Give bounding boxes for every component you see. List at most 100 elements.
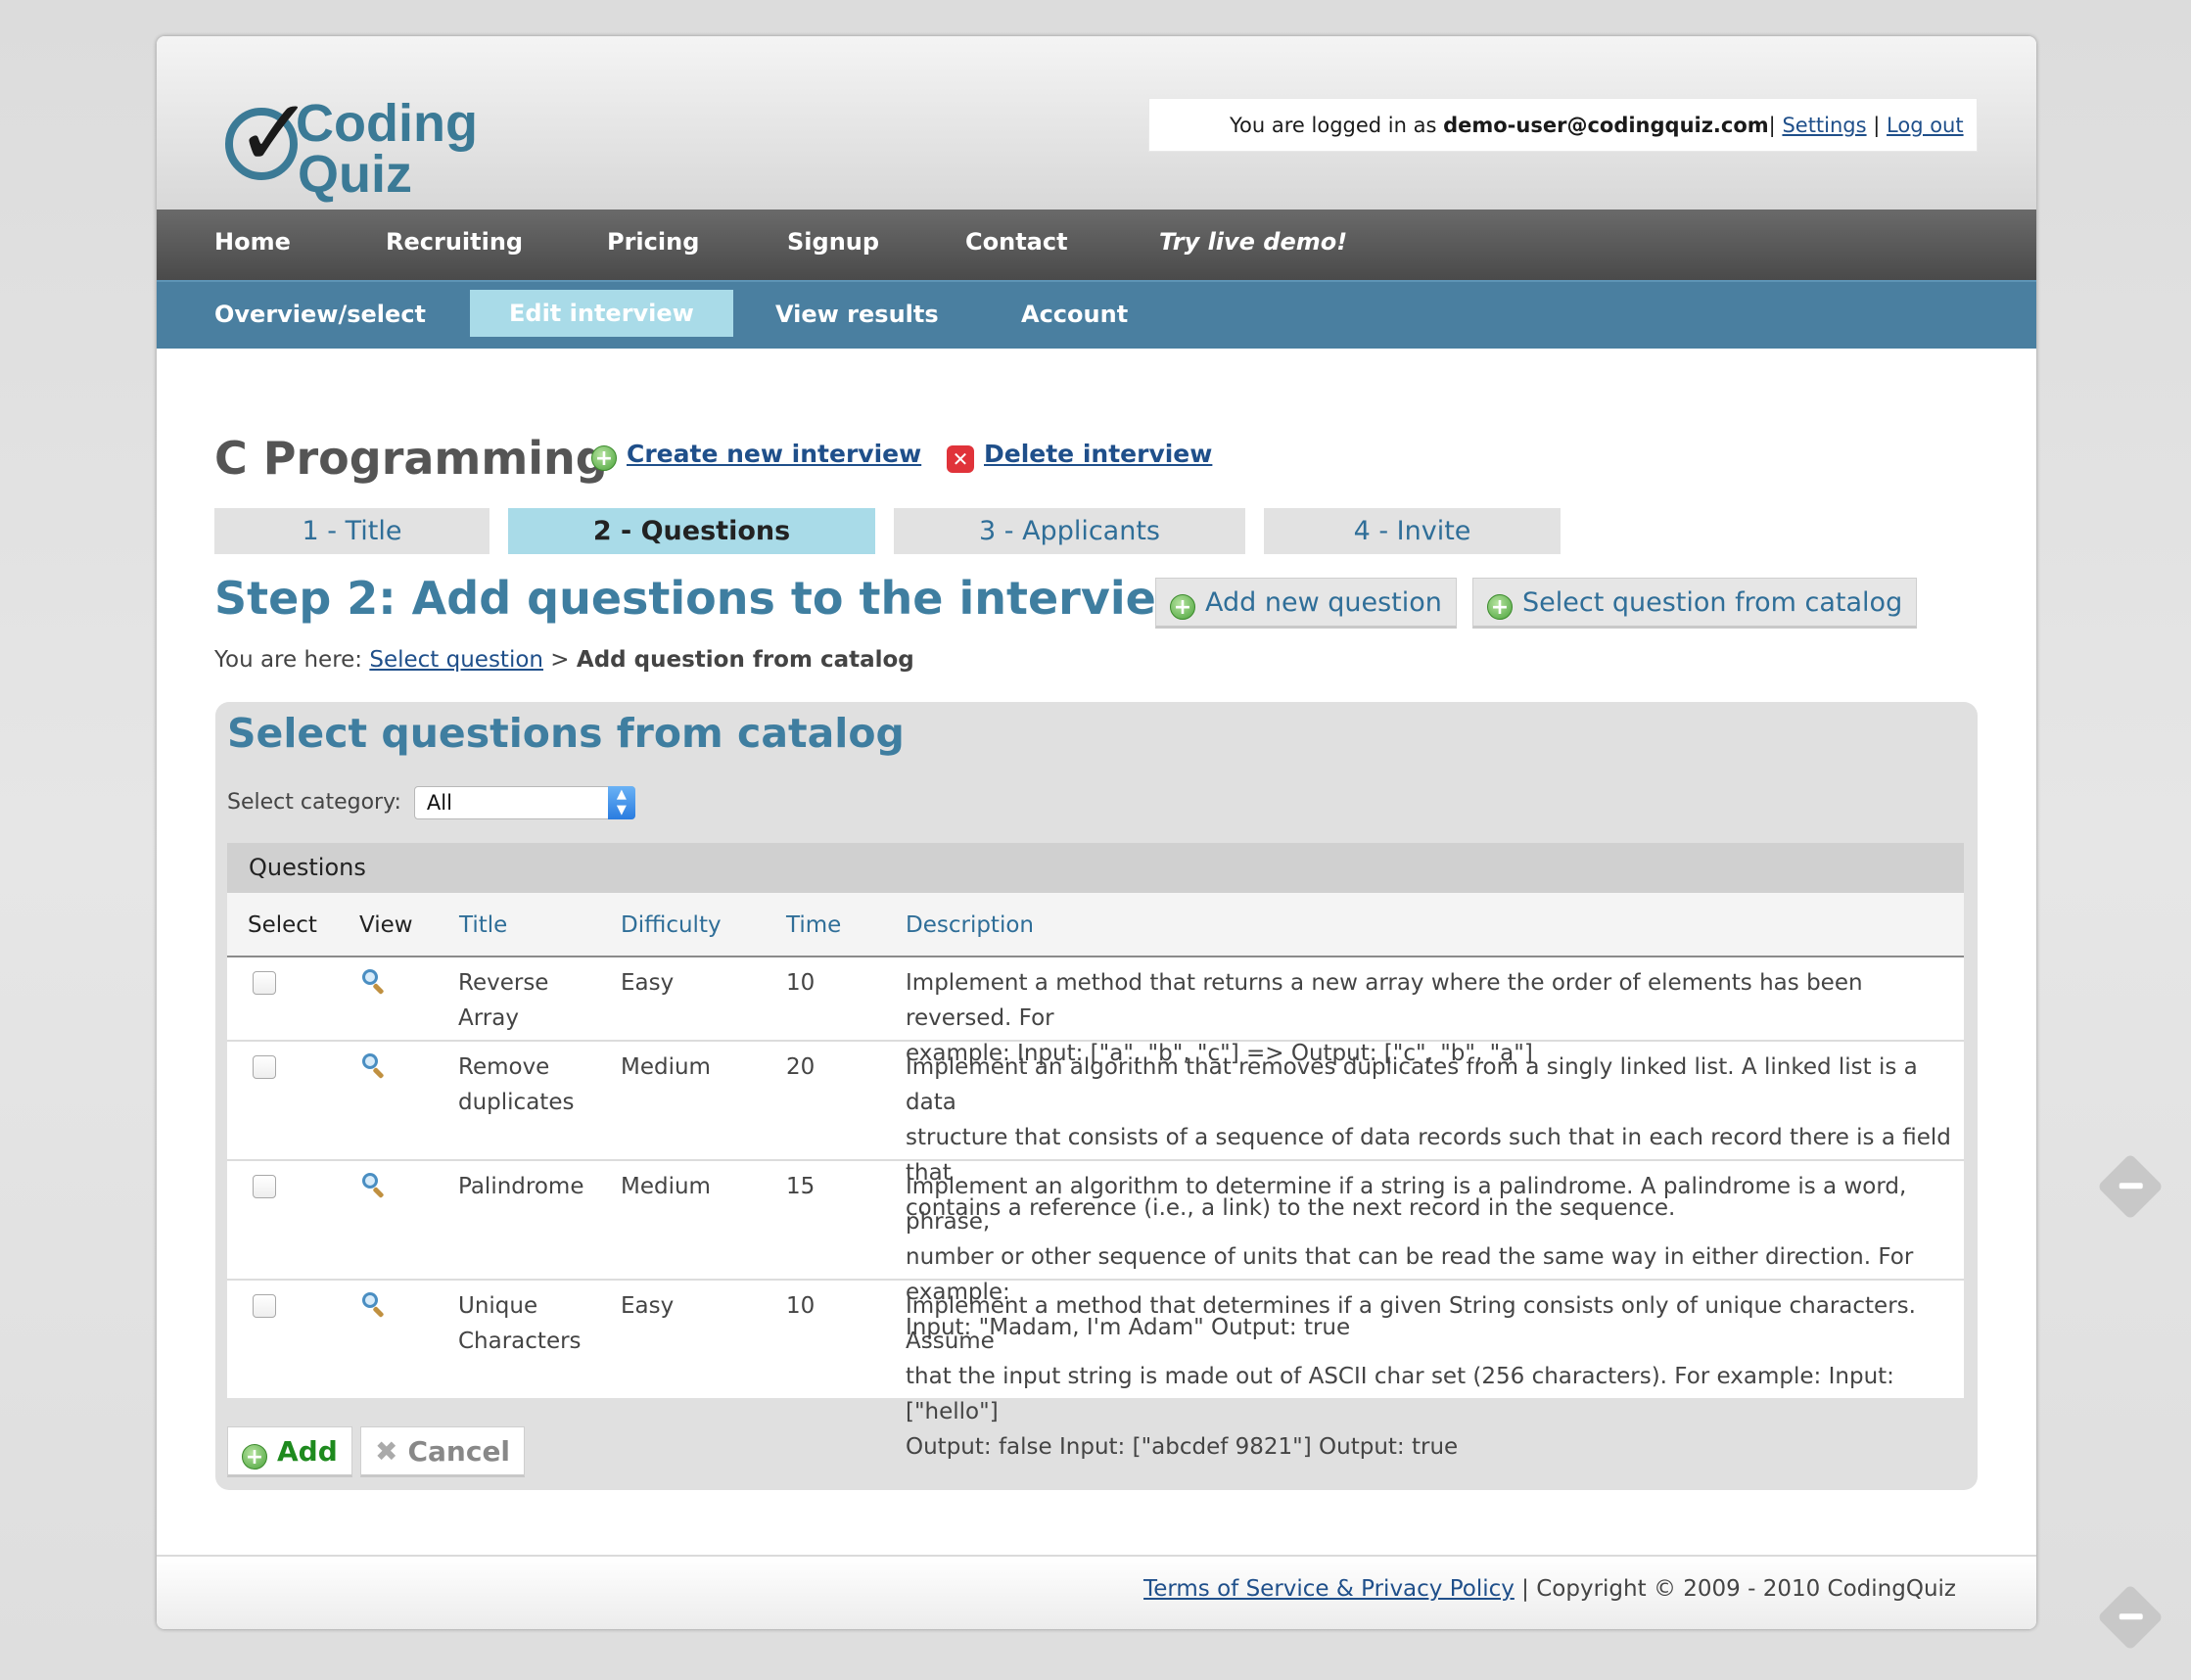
row-difficulty: Easy bbox=[621, 1293, 675, 1319]
settings-link[interactable]: Settings bbox=[1782, 114, 1866, 137]
user-status: You are logged in as demo-user@codingqui… bbox=[1148, 98, 1978, 152]
row-description-line: that the input string is made out of ASC… bbox=[906, 1364, 1894, 1424]
column-header-difficulty[interactable]: Difficulty bbox=[621, 893, 722, 957]
tab-step-title[interactable]: 1 - Title bbox=[214, 508, 489, 554]
table-caption: Questions bbox=[227, 843, 1964, 893]
column-header-select: Select bbox=[248, 912, 317, 938]
table-row: Reverse Array Easy 10 Implement a method… bbox=[227, 957, 1964, 1066]
magnifier-icon[interactable] bbox=[360, 1171, 390, 1200]
cancel-button[interactable]: ✖ Cancel bbox=[360, 1426, 526, 1477]
tab-step-invite[interactable]: 4 - Invite bbox=[1264, 508, 1561, 554]
plus-icon: + bbox=[242, 1444, 267, 1470]
separator: | bbox=[1768, 114, 1783, 137]
step-tabs: 1 - Title 2 - Questions 3 - Applicants 4… bbox=[214, 508, 1585, 555]
delete-interview-link[interactable]: ✕ Delete interview bbox=[947, 440, 1212, 473]
row-title: Unique Characters bbox=[458, 1288, 582, 1359]
row-description-line: Output: false Input: ["abcdef 9821"] Out… bbox=[906, 1434, 1459, 1460]
nav-try-live-demo[interactable]: Try live demo! bbox=[1159, 210, 1347, 275]
feedback-icon[interactable] bbox=[2097, 1153, 2164, 1220]
logout-link[interactable]: Log out bbox=[1887, 114, 1964, 137]
logo-line-1: Coding bbox=[296, 94, 478, 153]
row-time: 10 bbox=[786, 970, 816, 996]
row-difficulty: Easy bbox=[621, 970, 675, 996]
feedback-icon[interactable] bbox=[2097, 1584, 2164, 1651]
row-time: 10 bbox=[786, 1293, 816, 1319]
nav-recruiting[interactable]: Recruiting bbox=[386, 210, 523, 275]
plus-icon: + bbox=[1170, 594, 1195, 620]
row-title-line: Characters bbox=[458, 1329, 582, 1354]
row-select-checkbox[interactable] bbox=[253, 971, 276, 995]
add-new-question-button[interactable]: + Add new question bbox=[1155, 578, 1457, 629]
row-title: Remove duplicates bbox=[458, 1050, 574, 1120]
magnifier-icon[interactable] bbox=[360, 1051, 390, 1081]
subnav-edit-interview[interactable]: Edit interview bbox=[470, 290, 733, 337]
row-title-line: Palindrome bbox=[458, 1174, 584, 1199]
category-label: Select category: bbox=[227, 790, 401, 815]
footer-text: Terms of Service & Privacy Policy | Copy… bbox=[1143, 1576, 1956, 1602]
user-email: demo-user@codingquiz.com bbox=[1443, 114, 1769, 137]
row-time: 20 bbox=[786, 1054, 816, 1080]
breadcrumb-separator: > bbox=[543, 647, 577, 673]
row-time: 15 bbox=[786, 1174, 816, 1199]
tab-step-applicants[interactable]: 3 - Applicants bbox=[894, 508, 1245, 554]
page-container: ✓ Coding Quiz You are logged in as demo-… bbox=[157, 36, 2036, 1629]
subnav-account[interactable]: Account bbox=[1021, 282, 1128, 347]
nav-pricing[interactable]: Pricing bbox=[607, 210, 699, 275]
row-difficulty: Medium bbox=[621, 1054, 711, 1080]
main-nav: Home Recruiting Pricing Signup Contact T… bbox=[157, 210, 2036, 280]
subnav-overview[interactable]: Overview/select bbox=[214, 282, 426, 347]
column-header-description[interactable]: Description bbox=[906, 893, 1034, 957]
category-select[interactable]: All ▲ ▼ bbox=[413, 786, 635, 819]
row-select-checkbox[interactable] bbox=[253, 1175, 276, 1198]
row-title-line: Remove bbox=[458, 1054, 550, 1080]
row-description: Implement a method that determines if a … bbox=[906, 1288, 1964, 1465]
breadcrumb: You are here: Select question > Add ques… bbox=[214, 647, 914, 673]
logo-line-2: Quiz bbox=[298, 145, 412, 204]
sub-nav: Overview/select Edit interview View resu… bbox=[157, 280, 2036, 349]
add-button[interactable]: + Add bbox=[227, 1426, 352, 1477]
row-title-line: duplicates bbox=[458, 1090, 575, 1115]
select-from-catalog-label: Select question from catalog bbox=[1522, 587, 1903, 618]
select-from-catalog-button[interactable]: + Select question from catalog bbox=[1472, 578, 1918, 629]
cancel-button-label: Cancel bbox=[407, 1435, 511, 1468]
magnifier-icon[interactable] bbox=[360, 1290, 390, 1320]
delete-interview-label: Delete interview bbox=[984, 440, 1213, 468]
row-description-line: Implement an algorithm to determine if a… bbox=[906, 1174, 1907, 1235]
row-title-line: Unique bbox=[458, 1293, 538, 1319]
nav-contact[interactable]: Contact bbox=[965, 210, 1068, 275]
row-select-checkbox[interactable] bbox=[253, 1055, 276, 1079]
row-title: Palindrome bbox=[458, 1169, 583, 1204]
create-interview-link[interactable]: + Create new interview bbox=[591, 440, 921, 471]
catalog-panel: Select questions from catalog Select cat… bbox=[215, 702, 1978, 1490]
breadcrumb-prefix: You are here: bbox=[214, 647, 370, 673]
category-selected-value: All bbox=[426, 791, 452, 815]
breadcrumb-current: Add question from catalog bbox=[576, 647, 914, 673]
nav-home[interactable]: Home bbox=[214, 210, 291, 275]
table-header: Select View Title Difficulty Time Descri… bbox=[227, 893, 1964, 957]
subnav-view-results[interactable]: View results bbox=[775, 282, 939, 347]
nav-signup[interactable]: Signup bbox=[787, 210, 879, 275]
breadcrumb-select-question-link[interactable]: Select question bbox=[369, 647, 543, 673]
row-description-line: Implement a method that returns a new ar… bbox=[906, 970, 1863, 1031]
column-header-time[interactable]: Time bbox=[786, 893, 841, 957]
row-select-checkbox[interactable] bbox=[253, 1294, 276, 1318]
catalog-heading: Select questions from catalog bbox=[227, 710, 905, 757]
plus-icon: + bbox=[591, 445, 617, 471]
add-button-label: Add bbox=[277, 1435, 338, 1468]
row-difficulty: Medium bbox=[621, 1174, 711, 1199]
row-description-line: Implement a method that determines if a … bbox=[906, 1293, 1916, 1354]
magnifier-icon[interactable] bbox=[360, 967, 390, 997]
terms-link[interactable]: Terms of Service & Privacy Policy bbox=[1143, 1576, 1515, 1602]
table-row: Remove duplicates Medium 20 Implement an… bbox=[227, 1042, 1964, 1221]
row-title: Reverse Array bbox=[458, 965, 548, 1036]
tab-step-questions[interactable]: 2 - Questions bbox=[508, 508, 875, 554]
add-new-question-label: Add new question bbox=[1205, 587, 1442, 618]
delete-icon: ✕ bbox=[947, 445, 974, 473]
logo[interactable]: ✓ Coding Quiz bbox=[225, 69, 480, 206]
column-header-title[interactable]: Title bbox=[459, 893, 507, 957]
table-row: Unique Characters Easy 10 Implement a me… bbox=[227, 1281, 1964, 1460]
select-arrows-icon: ▲ ▼ bbox=[607, 786, 635, 819]
column-header-view: View bbox=[359, 912, 413, 938]
table-row: Palindrome Medium 15 Implement an algori… bbox=[227, 1161, 1964, 1340]
create-interview-label: Create new interview bbox=[627, 440, 922, 468]
